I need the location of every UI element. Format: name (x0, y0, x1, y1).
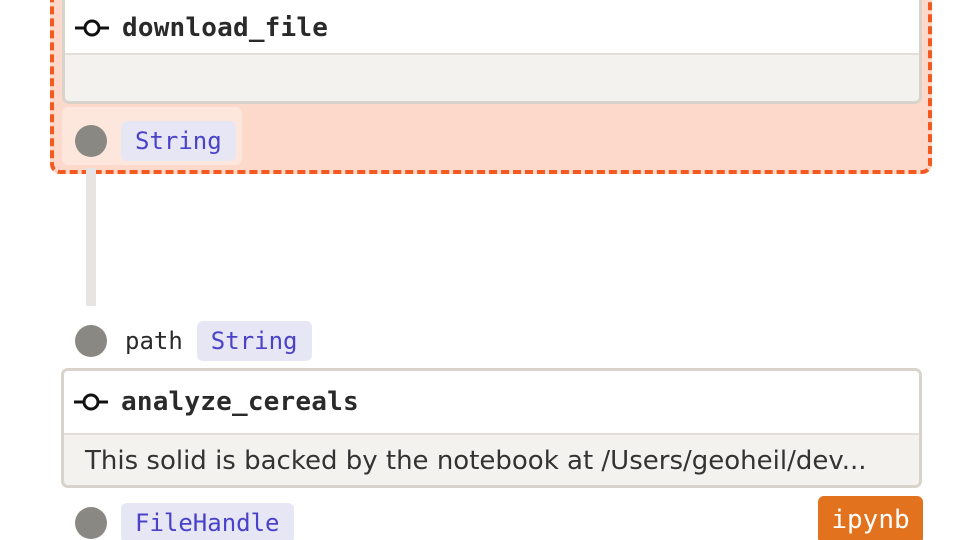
type-badge: String (121, 121, 236, 161)
graph-canvas[interactable]: download_file String path String analyze… (0, 0, 960, 540)
type-badge: String (196, 321, 312, 361)
port-dot[interactable] (75, 325, 107, 357)
kind-tag: ipynb (818, 496, 923, 540)
output-port[interactable]: String (75, 121, 236, 161)
node-title: download_file (122, 13, 329, 43)
node-title: analyze_cereals (121, 387, 359, 417)
op-icon (75, 18, 109, 38)
port-dot[interactable] (75, 125, 107, 157)
port-name: path (125, 327, 183, 355)
node-description: This solid is backed by the notebook at … (85, 446, 867, 476)
node-download-file[interactable]: download_file (62, 0, 922, 104)
type-badge: FileHandle (121, 503, 294, 540)
op-icon (74, 392, 108, 412)
node-header: analyze_cereals (64, 371, 919, 435)
input-port-path[interactable]: path String (75, 321, 312, 361)
node-header: download_file (65, 0, 919, 55)
port-dot[interactable] (75, 507, 107, 539)
node-analyze-cereals[interactable]: analyze_cereals This solid is backed by … (61, 368, 922, 488)
edge-connector (86, 168, 96, 306)
output-port[interactable]: FileHandle (75, 503, 294, 540)
